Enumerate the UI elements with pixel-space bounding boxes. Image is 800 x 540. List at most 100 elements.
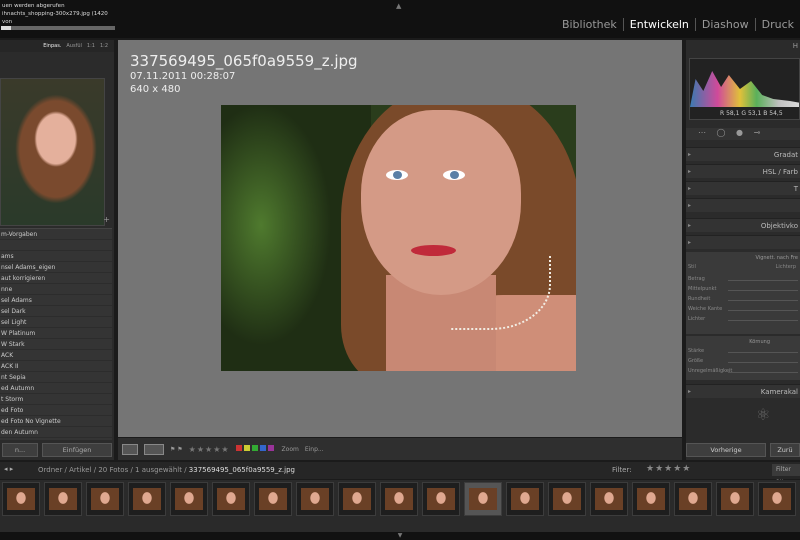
preset-item[interactable]: nsel Adams_eigen [0, 262, 112, 273]
main-photo[interactable] [221, 105, 576, 371]
preset-item[interactable]: ACK II [0, 361, 112, 372]
paste-button[interactable]: Einfügen [42, 443, 112, 457]
navigator-preview[interactable] [0, 78, 105, 226]
preset-item[interactable]: ams [0, 251, 112, 262]
zoom-value[interactable]: Einp... [305, 446, 324, 453]
preset-item[interactable]: sel Light [0, 317, 112, 328]
slider-unregelmaessigkeit[interactable]: Unregelmäßigkeit [688, 368, 798, 376]
preset-item[interactable]: W Stark [0, 339, 112, 350]
filmstrip-thumbnail[interactable] [128, 482, 166, 516]
preset-item[interactable]: t Storm [0, 394, 112, 405]
activity-progress: uen werden abgerufen ihnachts_shopping-3… [0, 0, 118, 26]
filter-label: Filter: [612, 466, 632, 474]
panel-camera[interactable]: ▸ Kamerakal [686, 384, 800, 398]
preset-item[interactable]: W Platinum [0, 328, 112, 339]
filmstrip-thumbnail[interactable] [590, 482, 628, 516]
copy-button[interactable]: n... [2, 443, 38, 457]
preset-item[interactable]: nt Sepia [0, 372, 112, 383]
filter-off-button[interactable]: Filter au [772, 464, 800, 485]
zoom-fill[interactable]: Ausfül [66, 43, 82, 49]
progress-line-2: ihnachts_shopping-300x279.jpg (1420 von [2, 11, 108, 25]
slider-mittelpunkt[interactable]: Mittelpunkt [688, 286, 798, 294]
panel-blank-1[interactable]: ▸ [686, 198, 800, 212]
module-picker: Bibliothek Entwickeln Diashow Druck [556, 18, 800, 31]
preset-item[interactable]: ed Foto [0, 405, 112, 416]
module-entwickeln[interactable]: Entwickeln [622, 18, 695, 31]
progress-fill [1, 26, 12, 30]
filmstrip-thumbnail[interactable] [632, 482, 670, 516]
zoom-1-2[interactable]: 1:2 [100, 43, 108, 49]
preset-item[interactable]: nne [0, 284, 112, 295]
slider-groesse[interactable]: Größe [688, 358, 798, 366]
preset-item[interactable]: sel Dark [0, 306, 112, 317]
compare-view-button[interactable] [144, 443, 164, 455]
filmstrip-thumbnail[interactable] [380, 482, 418, 516]
filmstrip-thumbnail[interactable] [422, 482, 460, 516]
filmstrip-thumbnail[interactable] [170, 482, 208, 516]
nav-arrows-icon[interactable]: ◂ ▸ [4, 465, 13, 473]
module-bibliothek[interactable]: Bibliothek [556, 18, 623, 31]
slider-rundheit[interactable]: Rundheit [688, 296, 798, 304]
histogram-graph [690, 71, 799, 107]
preset-item[interactable]: ACK [0, 350, 112, 361]
color-labels[interactable] [235, 445, 276, 453]
slider-betrag[interactable]: Betrag [688, 276, 798, 284]
collapse-top-arrow-icon[interactable]: ▲ [396, 2, 401, 10]
add-preset-icon[interactable]: + [103, 215, 110, 224]
panel-t[interactable]: ▸ T [686, 181, 800, 195]
vignette-style[interactable]: Stil Lichterp [688, 264, 798, 272]
slider-lichter[interactable]: Lichter [688, 316, 798, 324]
progress-line-1: uen werden abgerufen [2, 3, 65, 9]
filmstrip-thumbnail[interactable] [674, 482, 712, 516]
histogram: R 58,1 G 53,1 B 54,5 [689, 58, 800, 120]
flag-icon[interactable]: ⚑ ⚑ [170, 446, 183, 453]
module-druck[interactable]: Druck [754, 18, 800, 31]
filmstrip-thumbnail[interactable] [464, 482, 502, 516]
zoom-1-1[interactable]: 1:1 [87, 43, 95, 49]
filmstrip-thumbnail[interactable] [2, 482, 40, 516]
panel-lens[interactable]: ▸ Objektivko [686, 218, 800, 232]
preset-item[interactable]: den Autumn [0, 427, 112, 438]
slider-weiche-kante[interactable]: Weiche Kante [688, 306, 798, 314]
panel-hsl[interactable]: ▸ HSL / Farb [686, 164, 800, 178]
top-bar: uen werden abgerufen ihnachts_shopping-3… [0, 0, 800, 38]
zoom-fit[interactable]: Einpas. [43, 43, 61, 49]
presets-list: m-Vorgaben ams nsel Adams_eigen aut korrigi… [0, 228, 112, 440]
panel-gradation[interactable]: ▸ Gradat [686, 147, 800, 161]
preset-item[interactable]: ed Foto No Vignette [0, 416, 112, 427]
image-info: 07.11.2011 00:28:07 640 x 480 [130, 70, 235, 96]
vignette-panel: Vignett. nach Fre Stil Lichterp Betrag Mi… [686, 252, 800, 334]
develop-toolbar: ⚑ ⚑ ★★★★★ Zoom Einp... [118, 438, 682, 460]
reset-button[interactable]: Zurü [770, 443, 800, 457]
filmstrip-thumbnail[interactable] [716, 482, 754, 516]
filmstrip-thumbnail[interactable] [44, 482, 82, 516]
filmstrip-thumbnail[interactable] [338, 482, 376, 516]
filmstrip-thumbnail[interactable] [548, 482, 586, 516]
filmstrip-path[interactable]: Ordner / Artikel / 20 Fotos / 1 ausgewäh… [38, 466, 295, 474]
module-diashow[interactable]: Diashow [694, 18, 755, 31]
filmstrip-thumbnail[interactable] [86, 482, 124, 516]
preset-item[interactable]: ed Autumn [0, 383, 112, 394]
tool-strip[interactable]: ⋯ ◯ ● ⊸ [686, 128, 800, 140]
panel-blank-2[interactable]: ▸ [686, 235, 800, 249]
rating-stars[interactable]: ★★★★★ [189, 445, 230, 454]
previous-button[interactable]: Vorherige [686, 443, 766, 457]
filmstrip-thumbnail[interactable] [212, 482, 250, 516]
preset-item[interactable] [0, 240, 112, 251]
filmstrip-thumbnail[interactable] [506, 482, 544, 516]
collapse-bottom-arrow-icon[interactable]: ▼ [0, 532, 800, 540]
preset-item[interactable]: m-Vorgaben [0, 229, 112, 240]
loupe-view-button[interactable] [122, 443, 138, 455]
filmstrip-thumbnail[interactable] [296, 482, 334, 516]
image-date: 07.11.2011 00:28:07 [130, 71, 236, 82]
slider-staerke[interactable]: Stärke [688, 348, 798, 356]
filmstrip-thumbnail[interactable] [758, 482, 796, 516]
filter-stars[interactable]: ★★★★★ [646, 464, 691, 474]
filmstrip-bar: ◂ ▸ Ordner / Artikel / 20 Fotos / 1 ausg… [0, 462, 800, 485]
grain-panel: Körnung Stärke Größe Unregelmäßigkeit [686, 336, 800, 380]
preset-item[interactable]: sel Adams [0, 295, 112, 306]
right-buttons: Vorherige Zurü [686, 443, 800, 457]
filmstrip-thumbnail[interactable] [254, 482, 292, 516]
image-filename: 337569495_065f0a9559_z.jpg [130, 52, 358, 70]
preset-item[interactable]: aut korrigieren [0, 273, 112, 284]
